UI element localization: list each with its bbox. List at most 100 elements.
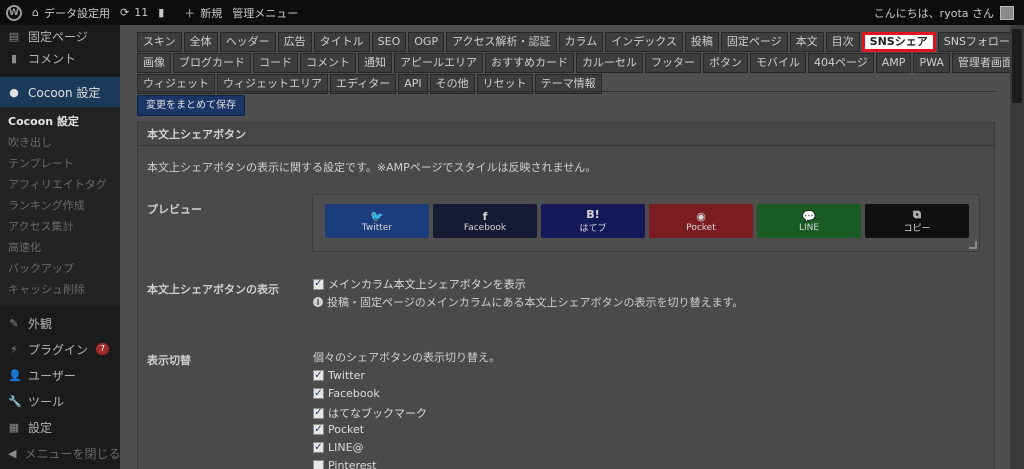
site-name-link[interactable]: ⌂ データ設定用 <box>32 5 110 21</box>
toggle-row-3[interactable]: ✓ Pocket <box>313 423 364 436</box>
display-checkbox[interactable]: ✓ <box>313 278 324 290</box>
sidebar-item-plugins[interactable]: ⚡ プラグイン 7 <box>0 336 120 362</box>
page-scrollbar[interactable] <box>1010 25 1024 469</box>
toggle-checkbox[interactable]: ✓ <box>313 370 324 381</box>
sidebar-item-settings[interactable]: ▦ 設定 <box>0 414 120 440</box>
tab-row-2: 画像 ブログカード コード コメント 通知 アピールエリア おすすめカード カルーセル フッター… <box>137 53 1019 73</box>
sidebar-item-tools[interactable]: 🔧 ツール <box>0 388 120 414</box>
toggle-checkbox[interactable]: ✓ <box>313 407 324 419</box>
toggle-checkbox[interactable]: ✓ <box>313 424 324 435</box>
tab-row1-12[interactable]: 本文 <box>789 32 824 52</box>
toggle-row-1[interactable]: ✓ Facebook <box>313 387 380 400</box>
submenu-template[interactable]: テンプレート <box>0 153 120 174</box>
share-button-label: Twitter <box>361 222 393 233</box>
tab-row1-4[interactable]: タイトル <box>313 32 370 52</box>
tab-row1-1[interactable]: 全体 <box>183 32 218 52</box>
tab-row1-10[interactable]: 投稿 <box>684 32 719 52</box>
resize-handle-icon[interactable] <box>969 241 977 249</box>
tab-row2-11[interactable]: 404ページ <box>808 53 874 73</box>
scrollbar-thumb[interactable] <box>1012 29 1022 103</box>
settings-icon: ▦ <box>8 420 20 434</box>
sidebar-collapse-menu[interactable]: ◀ メニューを閉じる <box>0 440 120 466</box>
tab-row1-0[interactable]: スキン <box>137 32 182 52</box>
sidebar-item-label: ツール <box>28 394 65 409</box>
share-button-0[interactable]: 🐦 Twitter <box>325 204 429 238</box>
tab-row2-1[interactable]: ブログカード <box>173 53 251 73</box>
tab-row1-15[interactable]: SNSフォロー <box>937 32 1016 52</box>
tab-row2-0[interactable]: 画像 <box>137 53 171 73</box>
share-button-2[interactable]: B! はてブ <box>541 204 645 238</box>
sidebar-item-comments[interactable]: ▮ コメント <box>0 47 120 69</box>
tab-row2-8[interactable]: フッター <box>645 53 701 73</box>
tab-row1-6[interactable]: OGP <box>408 32 445 52</box>
display-setting-label: 本文上シェアボタンの表示 <box>147 283 279 296</box>
admin-menu-link[interactable]: 管理メニュー <box>232 5 298 21</box>
share-button-4[interactable]: 💬 LINE <box>757 204 861 238</box>
comments-link[interactable]: ▮ <box>158 6 164 19</box>
toggle-row-5[interactable]: ✓ Pinterest <box>313 459 377 469</box>
share-button-label: Facebook <box>463 222 507 233</box>
tab-row1-8[interactable]: カラム <box>558 32 604 52</box>
display-checkbox-row[interactable]: ✓ メインカラム本文上シェアボタンを表示 <box>313 276 526 292</box>
toggle-row-2[interactable]: ✓ はてなブックマーク <box>313 405 427 421</box>
submenu-affiliate-tag[interactable]: アフィリエイトタグ <box>0 174 120 195</box>
tab-row2-13[interactable]: PWA <box>913 53 950 73</box>
panel-title: 本文上シェアボタン <box>138 123 994 146</box>
tab-row1-13[interactable]: 目次 <box>825 32 860 52</box>
user-greeting[interactable]: こんにちは、ryota さん <box>874 5 994 21</box>
tab-row2-4[interactable]: 通知 <box>358 53 392 73</box>
share-button-label: LINE <box>798 222 820 233</box>
toggle-label: Pinterest <box>328 459 377 469</box>
sidebar-item-label: ユーザー <box>28 368 76 383</box>
submenu-cache-clear[interactable]: キャッシュ削除 <box>0 279 120 300</box>
avatar[interactable] <box>1000 5 1014 20</box>
tab-row2-6[interactable]: おすすめカード <box>485 53 574 73</box>
updates-count: 11 <box>134 6 149 19</box>
save-all-button[interactable]: 変更をまとめて保存 <box>137 95 245 116</box>
tab-row1-14[interactable]: SNSシェア <box>861 32 936 52</box>
tab-row1-9[interactable]: インデックス <box>605 32 683 52</box>
display-info-text: 投稿・固定ページのメインカラムにある本文上シェアボタンの表示を切り替えます。 <box>327 296 744 309</box>
settings-tabs: スキン 全体 ヘッダー 広告 タイトル SEO OGP アクセス解析・認証 カラム インデックス投… <box>137 32 1019 95</box>
updates-link[interactable]: ⟳ 11 <box>120 6 148 19</box>
main-content: スキン 全体 ヘッダー 広告 タイトル SEO OGP アクセス解析・認証 カラム インデックス投… <box>120 25 1019 469</box>
new-content-link[interactable]: ＋ 新規 <box>184 5 222 21</box>
tab-row1-3[interactable]: 広告 <box>277 32 312 52</box>
sidebar-item-pages[interactable]: ▤ 固定ページ <box>0 25 120 47</box>
submenu-backup[interactable]: バックアップ <box>0 258 120 279</box>
tab-row2-5[interactable]: アピールエリア <box>394 53 483 73</box>
submenu-access-stats[interactable]: アクセス集計 <box>0 216 120 237</box>
submenu-speech-balloon[interactable]: 吹き出し <box>0 132 120 153</box>
submenu-cocoon-settings[interactable]: Cocoon 設定 <box>0 111 120 132</box>
toggle-checkbox[interactable]: ✓ <box>313 442 324 453</box>
toggle-label: Twitter <box>328 369 365 382</box>
submenu-ranking[interactable]: ランキング作成 <box>0 195 120 216</box>
toggle-checkbox[interactable]: ✓ <box>313 388 324 399</box>
toggle-row-0[interactable]: ✓ Twitter <box>313 369 365 382</box>
tab-row2-3[interactable]: コメント <box>300 53 356 73</box>
sidebar-item-users[interactable]: 👤 ユーザー <box>0 362 120 388</box>
tab-row2-7[interactable]: カルーセル <box>576 53 643 73</box>
tab-divider <box>137 91 995 92</box>
tab-row2-9[interactable]: ボタン <box>703 53 748 73</box>
tab-row1-7[interactable]: アクセス解析・認証 <box>446 32 557 52</box>
toggle-row-4[interactable]: ✓ LINE@ <box>313 441 364 454</box>
sidebar-item-appearance[interactable]: ✎ 外観 <box>0 310 120 336</box>
share-button-3[interactable]: ◉ Pocket <box>649 204 753 238</box>
share-button-icon: B! <box>586 208 600 221</box>
tab-row2-12[interactable]: AMP <box>875 53 912 73</box>
tab-row1-2[interactable]: ヘッダー <box>219 32 276 52</box>
share-button-1[interactable]: f Facebook <box>433 204 537 238</box>
share-button-5[interactable]: ⧉ コピー <box>865 204 969 238</box>
tab-row1-11[interactable]: 固定ページ <box>720 32 788 52</box>
settings-panel: 本文上シェアボタン 本文上シェアボタンの表示に関する設定です。※AMPページでス… <box>137 122 995 469</box>
comment-bubble-icon: ▮ <box>158 6 165 19</box>
wordpress-logo-icon[interactable]: W <box>6 4 22 21</box>
sidebar-item-cocoon[interactable]: ● Cocoon 設定 <box>0 77 120 107</box>
submenu-speed[interactable]: 高速化 <box>0 237 120 258</box>
tab-row2-2[interactable]: コード <box>253 53 298 73</box>
tab-row2-14[interactable]: 管理者画面 <box>951 53 1019 73</box>
toggle-checkbox[interactable]: ✓ <box>313 460 324 469</box>
tab-row1-5[interactable]: SEO <box>371 32 407 52</box>
tab-row2-10[interactable]: モバイル <box>750 53 806 73</box>
